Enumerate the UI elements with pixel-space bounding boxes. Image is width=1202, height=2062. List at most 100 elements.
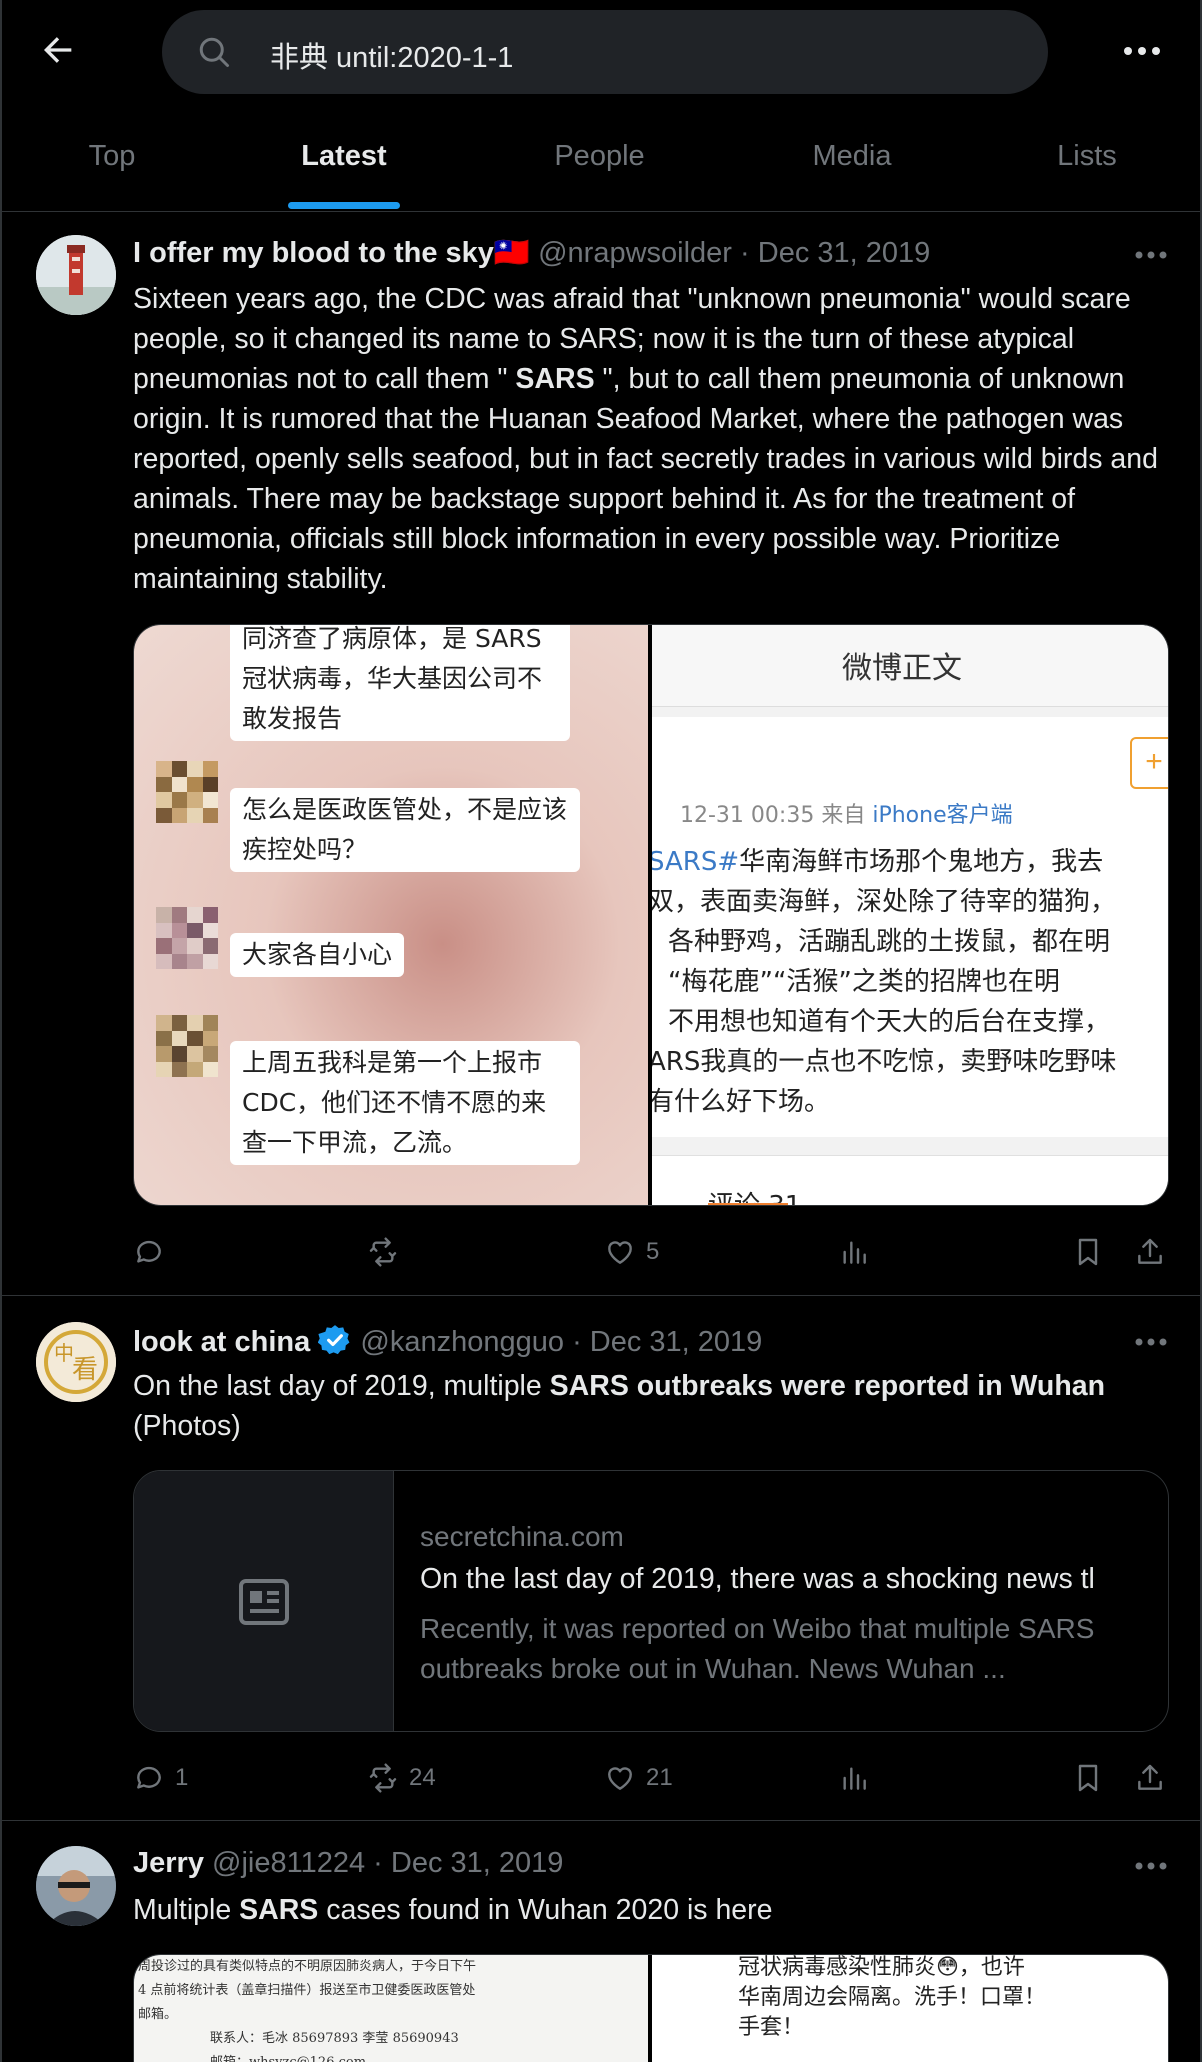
display-name[interactable]: I offer my blood to the sky🇹🇼: [133, 237, 530, 269]
search-query: 非典 until:2020-1-1: [270, 42, 514, 74]
verified-badge-icon: [318, 1325, 350, 1355]
svg-text:看: 看: [72, 1355, 98, 1385]
text-segment: Multiple: [133, 1894, 240, 1926]
views-button[interactable]: [838, 1760, 870, 1796]
repost-icon: [369, 1237, 397, 1267]
weibo-text-line: SARS#华南海鲜市场那个鬼地方，我去: [648, 847, 1104, 877]
tweet-text: Sixteen years ago, the CDC was afraid th…: [133, 279, 1173, 599]
timestamp[interactable]: Dec 31, 2019: [391, 1847, 564, 1879]
heart-icon: [608, 1767, 632, 1790]
tweet-media[interactable]: 周投诊过的具有类似特点的不明原因肺炎病人，于今日下午 4 点前将统计表（盖章扫描…: [133, 1954, 1169, 2062]
media-image-document[interactable]: 周投诊过的具有类似特点的不明原因肺炎病人，于今日下午 4 点前将统计表（盖章扫描…: [134, 1955, 648, 2062]
article-icon: [239, 1579, 289, 1625]
repost-count: 24: [409, 1764, 436, 1791]
tab-label: Media: [812, 140, 892, 172]
tweet-divider: [2, 1820, 1200, 1821]
bookmark-button[interactable]: [1072, 1760, 1104, 1796]
tweet-text: Multiple SARS cases found in Wuhan 2020 …: [133, 1890, 1173, 1930]
timestamp[interactable]: Dec 31, 2019: [758, 237, 931, 269]
tweet-media[interactable]: 同济查了病原体，是 SARS 冠状病毒，华大基因公司不敢发报告 怎么是医政医管处…: [133, 624, 1169, 1206]
media-image-weibo[interactable]: 微博正文 + 12-31 00:35 来自 iPhone客户端 SARS#华南海…: [648, 625, 1168, 1205]
avatar[interactable]: 中 看: [36, 1322, 116, 1402]
text-segment: (Photos): [133, 1410, 241, 1442]
weibo-text-line: 有什么好下场。: [648, 1087, 831, 1117]
separator: ·: [373, 1847, 383, 1879]
views-button[interactable]: [838, 1234, 870, 1270]
tab-people[interactable]: People: [522, 120, 677, 210]
weibo-header: 微博正文: [842, 651, 962, 686]
pixelated-avatar: [156, 625, 218, 657]
analytics-icon: [843, 1767, 866, 1790]
repost-icon: [369, 1763, 397, 1793]
link-preview-card[interactable]: secretchina.com On the last day of 2019,…: [133, 1470, 1169, 1732]
document-line: 邮箱：whsyzc@126.com: [138, 2051, 476, 2062]
share-button[interactable]: [1134, 1760, 1166, 1796]
chat-bubble: 怎么是医政医管处，不是应该疾控处吗？: [230, 788, 580, 872]
separator: ·: [572, 1326, 582, 1358]
reply-count: 1: [175, 1764, 189, 1791]
text-segment: cases found in Wuhan 2020 is here: [318, 1894, 773, 1926]
tab-label: Latest: [301, 140, 387, 172]
tab-latest[interactable]: Latest: [264, 120, 424, 210]
like-button[interactable]: 5: [604, 1234, 659, 1270]
text-bold: SARS: [239, 1894, 319, 1926]
timestamp[interactable]: Dec 31, 2019: [590, 1326, 763, 1358]
bookmark-button[interactable]: [1072, 1234, 1104, 1270]
tweet-header: look at china @kanzhongguo · Dec 31, 201…: [133, 1323, 762, 1359]
more-options-button[interactable]: [1122, 36, 1162, 66]
document-line: 4 点前将统计表（盖章扫描件）报送至市卫健委医政医管处: [138, 1983, 476, 1998]
tweet-header: I offer my blood to the sky🇹🇼 @nrapwsoil…: [133, 236, 930, 270]
search-input[interactable]: 非典 until:2020-1-1: [162, 10, 1048, 94]
header-divider: [2, 211, 1200, 212]
bookmark-icon: [1078, 1238, 1098, 1266]
display-name[interactable]: look at china: [133, 1326, 310, 1358]
like-count: 5: [646, 1238, 660, 1265]
pixelated-avatar: [156, 907, 218, 969]
pixelated-avatar: [156, 761, 218, 823]
media-image-chat[interactable]: 同济查了病原体，是 SARS 冠状病毒，华大基因公司不敢发报告 怎么是医政医管处…: [134, 625, 648, 1205]
media-image-post[interactable]: 冠状病毒感染性肺炎😳，也许 华南周边会隔离。洗手！口罩！ 手套！: [652, 1955, 1168, 2062]
handle[interactable]: @kanzhongguo: [360, 1326, 564, 1358]
weibo-text-line: 各种野鸡，活蹦乱跳的土拨鼠，都在明: [668, 927, 1111, 957]
tab-lists[interactable]: Lists: [1032, 120, 1142, 210]
share-icon: [1138, 1764, 1162, 1790]
weibo-text-line: “梅花鹿”“活猴”之类的招牌也在明: [668, 967, 1060, 997]
active-tab-indicator: [288, 202, 400, 209]
text-segment: ", but to call them pneumonia of unknown…: [133, 363, 1158, 595]
analytics-icon: [843, 1241, 866, 1264]
handle[interactable]: @nrapwsoilder: [538, 237, 732, 269]
repost-button[interactable]: 24: [367, 1760, 436, 1796]
weibo-meta: 12-31 00:35 来自 iPhone客户端: [680, 803, 1013, 828]
like-button[interactable]: 21: [604, 1760, 673, 1796]
weibo-text-line: 双，表面卖海鲜，深处除了待宰的猫狗，: [648, 887, 1117, 917]
more-horizontal-icon: [1124, 47, 1160, 55]
more-horizontal-icon[interactable]: [1134, 1861, 1168, 1871]
tab-label: Top: [88, 140, 136, 172]
reply-button[interactable]: 1: [133, 1760, 188, 1796]
avatar[interactable]: [36, 235, 116, 315]
chat-bubble: 大家各自小心: [230, 933, 405, 977]
tab-top[interactable]: Top: [42, 120, 182, 210]
weibo-text-line: 不用想也知道有个天大的后台在支撑，: [668, 1007, 1111, 1037]
more-horizontal-icon[interactable]: [1134, 1337, 1168, 1347]
display-name[interactable]: Jerry: [133, 1847, 204, 1879]
heart-icon: [608, 1241, 632, 1264]
reply-button[interactable]: [133, 1234, 165, 1270]
handle[interactable]: @jie811224: [212, 1847, 365, 1879]
tweet-divider: [2, 1295, 1200, 1296]
back-button[interactable]: [38, 30, 78, 70]
avatar[interactable]: [36, 1846, 116, 1926]
search-tabs: Top Latest People Media Lists: [2, 120, 1200, 210]
app-frame: 非典 until:2020-1-1 Top Latest People Medi…: [0, 0, 1202, 2062]
more-horizontal-icon[interactable]: [1134, 250, 1168, 260]
document-line: 联系人：毛冰 85697893 李莹 85690943: [210, 2031, 459, 2046]
tab-media[interactable]: Media: [777, 120, 927, 210]
reply-icon: [137, 1240, 161, 1263]
svg-text:中: 中: [54, 1341, 74, 1365]
weibo-text-line: ARS我真的一点也不吃惊，卖野味吃野味: [648, 1047, 1117, 1077]
link-thumbnail: [134, 1471, 394, 1731]
avatar-image: 中 看: [36, 1322, 116, 1402]
repost-button[interactable]: [367, 1234, 399, 1270]
share-button[interactable]: [1134, 1234, 1166, 1270]
chat-bubble: 上周五我科是第一个上报市 CDC，他们还不情不愿的来查一下甲流，乙流。: [230, 1041, 580, 1165]
